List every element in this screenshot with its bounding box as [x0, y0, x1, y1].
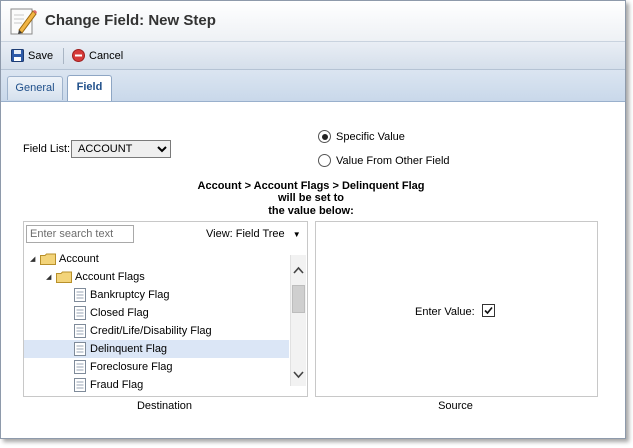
folder-icon	[40, 253, 56, 265]
folder-icon	[56, 271, 72, 283]
destination-caption: Destination	[136, 400, 193, 412]
field-tab-content: Specific Value Value From Other Field Fi…	[1, 102, 625, 438]
cancel-icon	[72, 49, 85, 62]
save-button[interactable]: Save	[11, 47, 53, 64]
value-from-other-field-radio[interactable]: Value From Other Field	[318, 154, 450, 167]
tree-item-label: Fraud Flag	[90, 379, 144, 391]
scroll-up-icon[interactable]	[291, 263, 306, 278]
tree-item-label: Bankruptcy Flag	[90, 289, 170, 301]
window-title: Change Field: New Step	[45, 12, 216, 29]
tree-item-label: Foreclosure Flag	[90, 361, 173, 373]
search-input[interactable]	[26, 225, 134, 243]
field-list-label: Field List:	[23, 143, 71, 155]
document-icon	[74, 360, 86, 374]
document-icon	[74, 342, 86, 356]
enter-value-label: Enter Value:	[415, 306, 475, 318]
tree-item-foreclosure-flag[interactable]: Foreclosure Flag	[24, 358, 289, 376]
source-caption: Source	[438, 400, 473, 412]
expand-triangle-icon[interactable]: ◢	[30, 255, 40, 263]
view-label: View: Field Tree	[206, 228, 285, 240]
tree-item-label: Closed Flag	[90, 307, 149, 319]
tree-item-account-flags[interactable]: ◢ Account Flags	[24, 268, 289, 286]
expand-triangle-icon[interactable]: ◢	[46, 273, 56, 281]
tree-scrollbar[interactable]	[290, 255, 306, 386]
field-list-select[interactable]: ACCOUNT	[71, 140, 171, 158]
cancel-label: Cancel	[89, 49, 124, 62]
tree-item-credit-life-disability-flag[interactable]: Credit/Life/Disability Flag	[24, 322, 289, 340]
tree-item-label: Account	[59, 253, 99, 265]
view-field-tree-dropdown[interactable]: View: Field Tree ▼	[206, 228, 301, 240]
title-bar: Change Field: New Step	[1, 1, 625, 42]
tab-strip: General Field	[1, 70, 625, 102]
tab-field[interactable]: Field	[67, 75, 112, 101]
toolbar-divider	[63, 48, 64, 64]
source-panel: Enter Value:	[315, 221, 598, 397]
tab-general[interactable]: General	[7, 76, 63, 100]
specific-value-radio[interactable]: Specific Value	[318, 130, 405, 143]
scroll-down-icon[interactable]	[291, 367, 306, 382]
dropdown-arrow-icon: ▼	[292, 230, 301, 239]
save-disk-icon	[11, 49, 24, 62]
destination-path-text: Account > Account Flags > Delinquent Fla…	[197, 180, 425, 192]
specific-value-label: Specific Value	[336, 130, 405, 143]
document-icon	[74, 378, 86, 392]
destination-panel: View: Field Tree ▼ ◢ Account ◢ Account F…	[23, 221, 308, 397]
save-label: Save	[28, 49, 54, 62]
enter-value-checkbox[interactable]	[482, 304, 495, 317]
tree-item-bankruptcy-flag[interactable]: Bankruptcy Flag	[24, 286, 289, 304]
radio-unselected-indicator	[318, 154, 331, 167]
edit-pencil-icon	[10, 8, 37, 35]
tree-item-label: Credit/Life/Disability Flag	[90, 325, 212, 337]
toolbar: Save Cancel	[1, 42, 625, 70]
tree-item-label: Account Flags	[75, 271, 145, 283]
set-to-text: will be set to	[277, 192, 344, 204]
value-from-other-field-label: Value From Other Field	[336, 154, 450, 167]
tree-item-label: Delinquent Flag	[90, 343, 168, 355]
tree-item-delinquent-flag[interactable]: Delinquent Flag	[24, 340, 289, 358]
tree-item-account[interactable]: ◢ Account	[24, 250, 289, 268]
radio-selected-indicator	[318, 130, 331, 143]
tree-item-closed-flag[interactable]: Closed Flag	[24, 304, 289, 322]
cancel-button[interactable]: Cancel	[72, 47, 123, 64]
document-icon	[74, 306, 86, 320]
tree-item-fraud-flag[interactable]: Fraud Flag	[24, 376, 289, 394]
scrollbar-thumb[interactable]	[292, 285, 305, 313]
checkmark-icon	[484, 306, 493, 315]
document-icon	[74, 288, 86, 302]
document-icon	[74, 324, 86, 338]
value-below-text: the value below:	[268, 205, 354, 217]
dialog-window: Change Field: New Step Save Cancel Gener…	[0, 0, 626, 439]
